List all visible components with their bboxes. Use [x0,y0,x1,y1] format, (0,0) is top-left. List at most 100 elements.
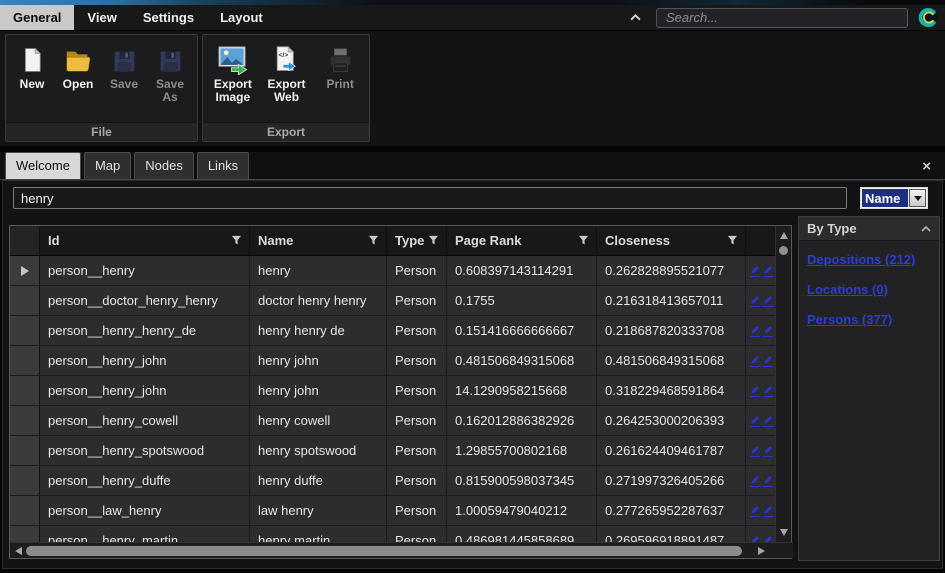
cell-id[interactable]: person__henry [40,256,250,286]
edit-link-icon[interactable] [763,265,773,277]
tab-links[interactable]: Links [197,152,249,179]
cell-type[interactable]: Person [387,256,447,286]
open-button[interactable]: Open [55,38,101,121]
tab-welcome[interactable]: Welcome [5,152,81,179]
cell-closeness[interactable]: 0.269596918891487 [597,526,746,543]
cell-id[interactable]: person__henry_martin [40,526,250,543]
edit-link-icon[interactable] [763,505,773,517]
filter-funnel-icon[interactable] [578,235,589,246]
cell-type[interactable]: Person [387,286,447,316]
row-selector-cell[interactable] [10,526,40,543]
table-row[interactable]: person__henry_duffe henry duffe Person 0… [10,466,791,496]
edit-link-icon[interactable] [763,355,773,367]
type-link-depositions[interactable]: Depositions (212) [807,252,931,267]
cell-type[interactable]: Person [387,406,447,436]
edit-link-icon[interactable] [763,415,773,427]
close-tab-button[interactable]: × [922,159,931,174]
search-input[interactable] [656,8,908,28]
menu-item-view[interactable]: View [74,5,129,30]
edit-link-icon[interactable] [750,325,760,337]
cell-page-rank[interactable]: 0.815900598037345 [447,466,597,496]
scroll-left-arrow-icon[interactable] [15,547,22,555]
ribbon-collapse-button[interactable] [624,9,646,27]
save-as-button[interactable]: Save As [147,38,193,121]
column-header-id[interactable]: Id [40,226,250,256]
menu-item-layout[interactable]: Layout [207,5,276,30]
edit-link-icon[interactable] [750,295,760,307]
column-header-name[interactable]: Name [250,226,387,256]
edit-link-icon[interactable] [763,445,773,457]
cell-id[interactable]: person__henry_duffe [40,466,250,496]
table-row[interactable]: person__henry_cowell henry cowell Person… [10,406,791,436]
cell-page-rank[interactable]: 0.162012886382926 [447,406,597,436]
filter-funnel-icon[interactable] [727,235,738,246]
cell-name[interactable]: henry duffe [250,466,387,496]
cell-closeness[interactable]: 0.277265952287637 [597,496,746,526]
cell-closeness[interactable]: 0.262828895521077 [597,256,746,286]
row-selector-cell[interactable] [10,466,40,496]
cell-type[interactable]: Person [387,316,447,346]
edit-link-icon[interactable] [750,415,760,427]
column-header-type[interactable]: Type [387,226,447,256]
vertical-scrollbar[interactable] [775,226,791,542]
cell-id[interactable]: person__law_henry [40,496,250,526]
table-row[interactable]: person__henry_spotswood henry spotswood … [10,436,791,466]
scroll-up-arrow-icon[interactable] [780,232,788,239]
cell-name[interactable]: henry henry de [250,316,387,346]
column-header-closeness[interactable]: Closeness [597,226,746,256]
cell-closeness[interactable]: 0.261624409461787 [597,436,746,466]
row-selector-cell[interactable] [10,256,40,286]
combobox-dropdown-button[interactable] [909,189,926,207]
column-header-page-rank[interactable]: Page Rank [447,226,597,256]
filter-funnel-icon[interactable] [368,235,379,246]
cell-name[interactable]: henry john [250,376,387,406]
menu-item-general[interactable]: General [0,5,74,30]
cell-closeness[interactable]: 0.318229468591864 [597,376,746,406]
cell-name[interactable]: doctor henry henry [250,286,387,316]
cell-closeness[interactable]: 0.271997326405266 [597,466,746,496]
field-selector-combobox[interactable]: Name [860,187,928,209]
cell-page-rank[interactable]: 14.1290958215668 [447,376,597,406]
row-selector-cell[interactable] [10,496,40,526]
by-type-header[interactable]: By Type [799,217,939,241]
save-button[interactable]: Save [101,38,147,121]
cell-page-rank[interactable]: 0.608397143114291 [447,256,597,286]
row-selector-cell[interactable] [10,376,40,406]
cell-page-rank[interactable]: 0.1755 [447,286,597,316]
row-selector-cell[interactable] [10,436,40,466]
vertical-scroll-thumb[interactable] [779,246,788,255]
menu-item-settings[interactable]: Settings [130,5,207,30]
cell-name[interactable]: henry spotswood [250,436,387,466]
cell-page-rank[interactable]: 1.29855700802168 [447,436,597,466]
type-link-persons[interactable]: Persons (377) [807,312,931,327]
table-row[interactable]: person__henry_john henry john Person 0.4… [10,346,791,376]
cell-name[interactable]: henry john [250,346,387,376]
type-link-locations[interactable]: Locations (0) [807,282,931,297]
cell-page-rank[interactable]: 0.486981445858689 [447,526,597,543]
cell-page-rank[interactable]: 0.151416666666667 [447,316,597,346]
cell-id[interactable]: person__henry_john [40,346,250,376]
cell-type[interactable]: Person [387,346,447,376]
cell-id[interactable]: person__henry_spotswood [40,436,250,466]
cell-type[interactable]: Person [387,436,447,466]
cell-name[interactable]: henry cowell [250,406,387,436]
print-button[interactable]: Print [313,38,367,121]
row-selector-cell[interactable] [10,316,40,346]
cell-type[interactable]: Person [387,466,447,496]
edit-link-icon[interactable] [750,385,760,397]
horizontal-scrollbar[interactable] [10,542,793,558]
table-row[interactable]: person__henry_martin henry martin Person… [10,526,791,543]
cell-name[interactable]: henry martin [250,526,387,543]
edit-link-icon[interactable] [763,295,773,307]
cell-closeness[interactable]: 0.216318413657011 [597,286,746,316]
edit-link-icon[interactable] [750,505,760,517]
edit-link-icon[interactable] [750,475,760,487]
cell-id[interactable]: person__doctor_henry_henry [40,286,250,316]
export-image-button[interactable]: Export Image [206,38,260,121]
table-row[interactable]: person__henry henry Person 0.60839714311… [10,256,791,286]
filter-funnel-icon[interactable] [428,235,439,246]
cell-page-rank[interactable]: 1.00059479040212 [447,496,597,526]
scroll-down-arrow-icon[interactable] [780,529,788,536]
cell-id[interactable]: person__henry_john [40,376,250,406]
filter-funnel-icon[interactable] [231,235,242,246]
